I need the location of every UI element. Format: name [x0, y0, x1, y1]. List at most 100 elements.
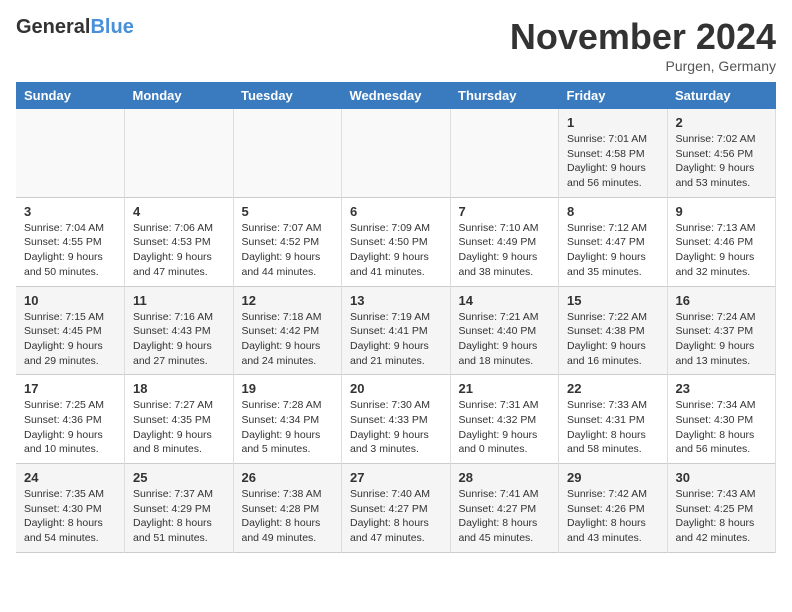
day-info: Sunrise: 7:13 AM Sunset: 4:46 PM Dayligh…	[676, 221, 768, 280]
day-number: 8	[567, 204, 659, 219]
weekday-header-saturday: Saturday	[667, 82, 776, 109]
day-info: Sunrise: 7:24 AM Sunset: 4:37 PM Dayligh…	[676, 310, 768, 369]
day-number: 21	[459, 381, 551, 396]
week-row-1: 1 Sunrise: 7:01 AM Sunset: 4:58 PM Daylig…	[16, 109, 776, 197]
week-row-2: 3 Sunrise: 7:04 AM Sunset: 4:55 PM Daylig…	[16, 197, 776, 286]
week-row-3: 10 Sunrise: 7:15 AM Sunset: 4:45 PM Dayli…	[16, 286, 776, 375]
day-number: 5	[242, 204, 334, 219]
weekday-header-wednesday: Wednesday	[342, 82, 451, 109]
day-info: Sunrise: 7:25 AM Sunset: 4:36 PM Dayligh…	[24, 398, 116, 457]
day-cell	[450, 109, 559, 197]
day-number: 25	[133, 470, 225, 485]
day-cell	[125, 109, 234, 197]
day-cell: 3 Sunrise: 7:04 AM Sunset: 4:55 PM Daylig…	[16, 197, 125, 286]
day-info: Sunrise: 7:21 AM Sunset: 4:40 PM Dayligh…	[459, 310, 551, 369]
day-info: Sunrise: 7:12 AM Sunset: 4:47 PM Dayligh…	[567, 221, 659, 280]
day-cell: 19Sunrise: 7:28 AM Sunset: 4:34 PM Dayli…	[233, 375, 342, 464]
day-number: 27	[350, 470, 442, 485]
header: General Blue General Blue November 2024 …	[16, 16, 776, 74]
day-info: Sunrise: 7:41 AM Sunset: 4:27 PM Dayligh…	[459, 487, 551, 546]
day-cell: 14 Sunrise: 7:21 AM Sunset: 4:40 PM Dayli…	[450, 286, 559, 375]
day-cell: 17 Sunrise: 7:25 AM Sunset: 4:36 PM Dayli…	[16, 375, 125, 464]
day-info: Sunrise: 7:43 AM Sunset: 4:25 PM Dayligh…	[676, 487, 768, 546]
day-cell: 21Sunrise: 7:31 AM Sunset: 4:32 PM Dayli…	[450, 375, 559, 464]
day-cell: 23Sunrise: 7:34 AM Sunset: 4:30 PM Dayli…	[667, 375, 776, 464]
day-number: 14	[459, 293, 551, 308]
weekday-header-tuesday: Tuesday	[233, 82, 342, 109]
day-info: Sunrise: 7:16 AM Sunset: 4:43 PM Dayligh…	[133, 310, 225, 369]
day-number: 12	[242, 293, 334, 308]
day-cell: 8 Sunrise: 7:12 AM Sunset: 4:47 PM Daylig…	[559, 197, 668, 286]
day-number: 18	[133, 381, 225, 396]
day-info: Sunrise: 7:40 AM Sunset: 4:27 PM Dayligh…	[350, 487, 442, 546]
day-info: Sunrise: 7:22 AM Sunset: 4:38 PM Dayligh…	[567, 310, 659, 369]
day-cell: 24Sunrise: 7:35 AM Sunset: 4:30 PM Dayli…	[16, 464, 125, 553]
day-number: 2	[676, 115, 768, 130]
day-number: 30	[676, 470, 768, 485]
day-info: Sunrise: 7:37 AM Sunset: 4:29 PM Dayligh…	[133, 487, 225, 546]
day-number: 29	[567, 470, 659, 485]
day-number: 15	[567, 293, 659, 308]
day-info: Sunrise: 7:01 AM Sunset: 4:58 PM Dayligh…	[567, 132, 659, 191]
day-cell: 30 Sunrise: 7:43 AM Sunset: 4:25 PM Dayli…	[667, 464, 776, 553]
day-cell: 13 Sunrise: 7:19 AM Sunset: 4:41 PM Dayli…	[342, 286, 451, 375]
day-cell	[342, 109, 451, 197]
logo-general: General	[16, 16, 90, 39]
day-info: Sunrise: 7:04 AM Sunset: 4:55 PM Dayligh…	[24, 221, 116, 280]
logo-wordmark: General Blue	[16, 16, 134, 39]
day-number: 22	[567, 381, 659, 396]
day-number: 17	[24, 381, 116, 396]
day-cell: 12 Sunrise: 7:18 AM Sunset: 4:42 PM Dayli…	[233, 286, 342, 375]
day-number: 10	[24, 293, 116, 308]
day-number: 11	[133, 293, 225, 308]
logo: General Blue General Blue	[16, 16, 134, 39]
day-info: Sunrise: 7:28 AM Sunset: 4:34 PM Dayligh…	[242, 398, 334, 457]
day-cell: 16 Sunrise: 7:24 AM Sunset: 4:37 PM Dayli…	[667, 286, 776, 375]
day-cell	[16, 109, 125, 197]
day-number: 26	[242, 470, 334, 485]
day-cell: 2Sunrise: 7:02 AM Sunset: 4:56 PM Daylig…	[667, 109, 776, 197]
week-row-4: 17 Sunrise: 7:25 AM Sunset: 4:36 PM Dayli…	[16, 375, 776, 464]
day-number: 23	[676, 381, 768, 396]
day-cell: 11 Sunrise: 7:16 AM Sunset: 4:43 PM Dayli…	[125, 286, 234, 375]
day-cell: 15 Sunrise: 7:22 AM Sunset: 4:38 PM Dayli…	[559, 286, 668, 375]
day-number: 6	[350, 204, 442, 219]
day-info: Sunrise: 7:27 AM Sunset: 4:35 PM Dayligh…	[133, 398, 225, 457]
day-cell: 28 Sunrise: 7:41 AM Sunset: 4:27 PM Dayli…	[450, 464, 559, 553]
weekday-header-monday: Monday	[125, 82, 234, 109]
day-info: Sunrise: 7:07 AM Sunset: 4:52 PM Dayligh…	[242, 221, 334, 280]
day-cell: 9Sunrise: 7:13 AM Sunset: 4:46 PM Daylig…	[667, 197, 776, 286]
month-title: November 2024	[510, 16, 776, 58]
day-number: 13	[350, 293, 442, 308]
day-cell: 4 Sunrise: 7:06 AM Sunset: 4:53 PM Daylig…	[125, 197, 234, 286]
day-info: Sunrise: 7:19 AM Sunset: 4:41 PM Dayligh…	[350, 310, 442, 369]
day-info: Sunrise: 7:15 AM Sunset: 4:45 PM Dayligh…	[24, 310, 116, 369]
day-info: Sunrise: 7:18 AM Sunset: 4:42 PM Dayligh…	[242, 310, 334, 369]
day-number: 28	[459, 470, 551, 485]
day-cell: 10 Sunrise: 7:15 AM Sunset: 4:45 PM Dayli…	[16, 286, 125, 375]
location: Purgen, Germany	[510, 58, 776, 74]
day-cell: 5 Sunrise: 7:07 AM Sunset: 4:52 PM Daylig…	[233, 197, 342, 286]
day-info: Sunrise: 7:09 AM Sunset: 4:50 PM Dayligh…	[350, 221, 442, 280]
day-cell: 20 Sunrise: 7:30 AM Sunset: 4:33 PM Dayli…	[342, 375, 451, 464]
day-cell: 27 Sunrise: 7:40 AM Sunset: 4:27 PM Dayli…	[342, 464, 451, 553]
logo-blue: Blue	[90, 16, 133, 39]
day-info: Sunrise: 7:30 AM Sunset: 4:33 PM Dayligh…	[350, 398, 442, 457]
day-cell: 29Sunrise: 7:42 AM Sunset: 4:26 PM Dayli…	[559, 464, 668, 553]
weekday-header-friday: Friday	[559, 82, 668, 109]
day-info: Sunrise: 7:33 AM Sunset: 4:31 PM Dayligh…	[567, 398, 659, 457]
day-info: Sunrise: 7:38 AM Sunset: 4:28 PM Dayligh…	[242, 487, 334, 546]
day-cell: 7 Sunrise: 7:10 AM Sunset: 4:49 PM Daylig…	[450, 197, 559, 286]
day-number: 3	[24, 204, 116, 219]
day-number: 4	[133, 204, 225, 219]
day-number: 16	[676, 293, 768, 308]
day-info: Sunrise: 7:06 AM Sunset: 4:53 PM Dayligh…	[133, 221, 225, 280]
day-number: 1	[567, 115, 659, 130]
weekday-header-thursday: Thursday	[450, 82, 559, 109]
day-number: 20	[350, 381, 442, 396]
day-info: Sunrise: 7:10 AM Sunset: 4:49 PM Dayligh…	[459, 221, 551, 280]
day-cell: 22 Sunrise: 7:33 AM Sunset: 4:31 PM Dayli…	[559, 375, 668, 464]
day-info: Sunrise: 7:35 AM Sunset: 4:30 PM Dayligh…	[24, 487, 116, 546]
day-number: 7	[459, 204, 551, 219]
weekday-header-row: SundayMondayTuesdayWednesdayThursdayFrid…	[16, 82, 776, 109]
